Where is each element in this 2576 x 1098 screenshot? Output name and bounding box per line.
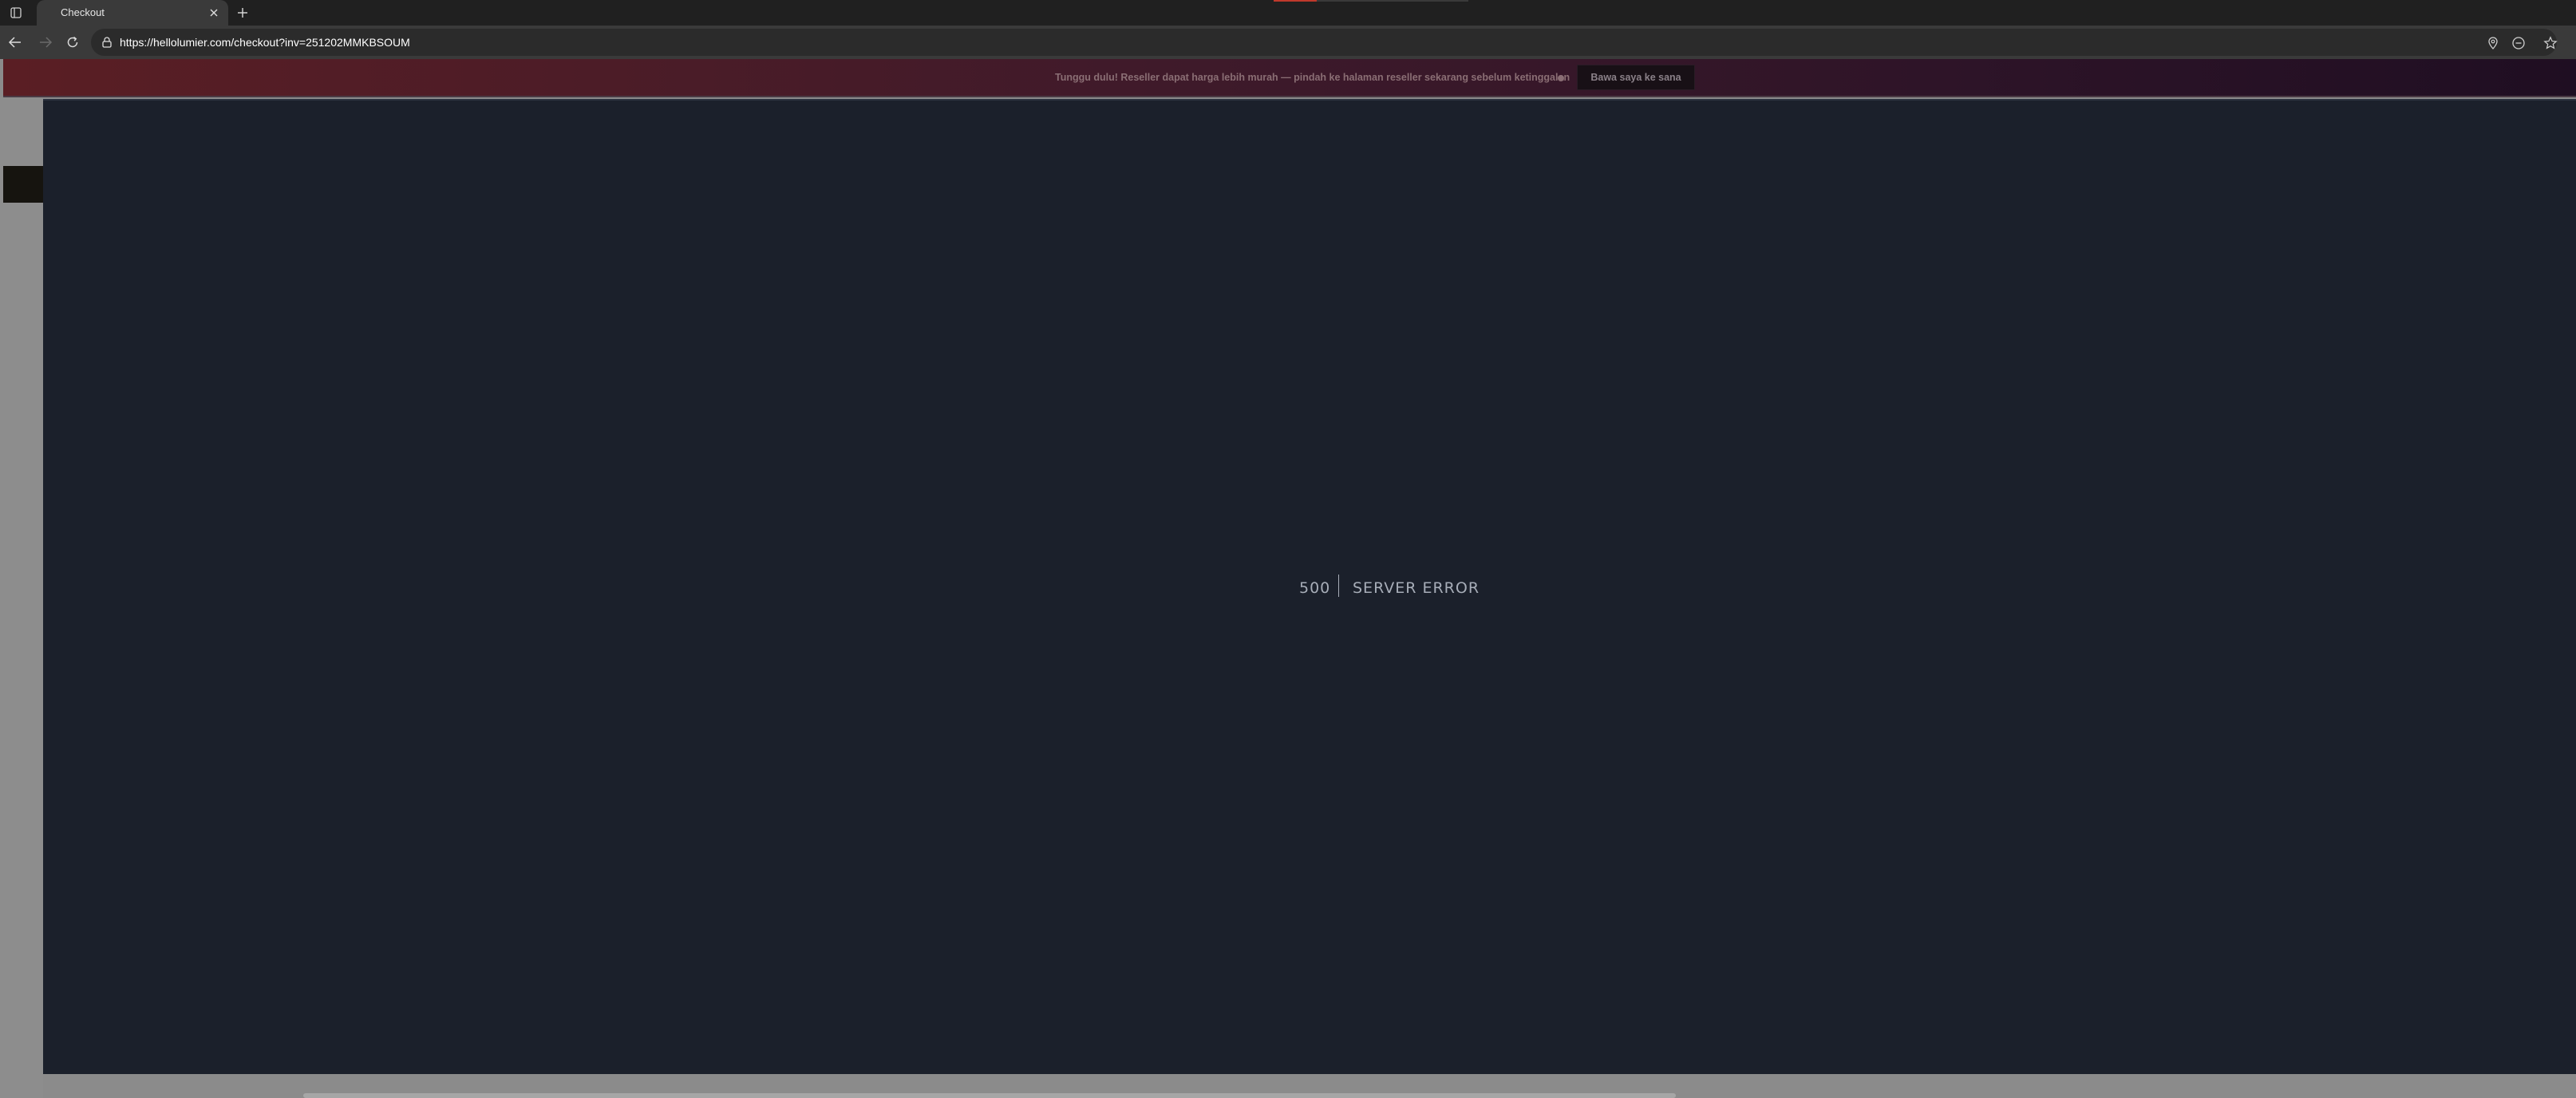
loading-indicator-track	[1317, 0, 1468, 2]
error-code: 500	[1299, 579, 1331, 597]
loading-indicator	[1274, 0, 1317, 2]
address-bar[interactable]: https://hellolumier.com/checkout?inv=251…	[91, 29, 2558, 56]
background-strip	[0, 97, 43, 1098]
lock-icon[interactable]	[101, 36, 113, 49]
tab-title: Checkout	[61, 6, 105, 18]
url-text[interactable]: https://hellolumier.com/checkout?inv=251…	[120, 36, 410, 49]
go-to-reseller-button[interactable]: Bawa saya ke sana	[1577, 65, 1695, 90]
browser-tab-checkout[interactable]: Checkout	[37, 0, 228, 26]
back-button[interactable]	[5, 32, 26, 53]
background-dark-block	[3, 166, 43, 203]
browser-toolbar: https://hellolumier.com/checkout?inv=251…	[0, 26, 2576, 59]
browser-tabstrip: Checkout	[0, 0, 2576, 26]
reload-button[interactable]	[62, 32, 83, 53]
arrow-left-icon	[8, 37, 21, 48]
reseller-promo-banner: Tunggu dulu! Reseller dapat harga lebih …	[3, 59, 2576, 97]
arrow-right-icon	[40, 37, 53, 48]
error-page: 500 SERVER ERROR	[43, 99, 2576, 1074]
close-icon[interactable]	[206, 5, 222, 21]
page-viewport: Tunggu dulu! Reseller dapat harga lebih …	[0, 59, 2576, 1098]
forward-button[interactable]	[35, 32, 56, 53]
horizontal-scrollbar[interactable]	[303, 1093, 1676, 1098]
plus-icon	[238, 8, 247, 18]
error-divider	[1338, 575, 1339, 597]
reload-icon	[67, 36, 78, 48]
location-pin-icon[interactable]	[2485, 35, 2501, 51]
tab-actions-icon[interactable]	[5, 3, 27, 22]
error-message: SERVER ERROR	[1353, 579, 1480, 597]
promo-text: Tunggu dulu! Reseller dapat harga lebih …	[1055, 72, 1570, 83]
star-icon[interactable]	[2542, 35, 2558, 51]
reader-icon[interactable]	[2511, 35, 2527, 51]
new-tab-button[interactable]	[231, 3, 254, 22]
promo-dot-icon	[1558, 75, 1564, 81]
